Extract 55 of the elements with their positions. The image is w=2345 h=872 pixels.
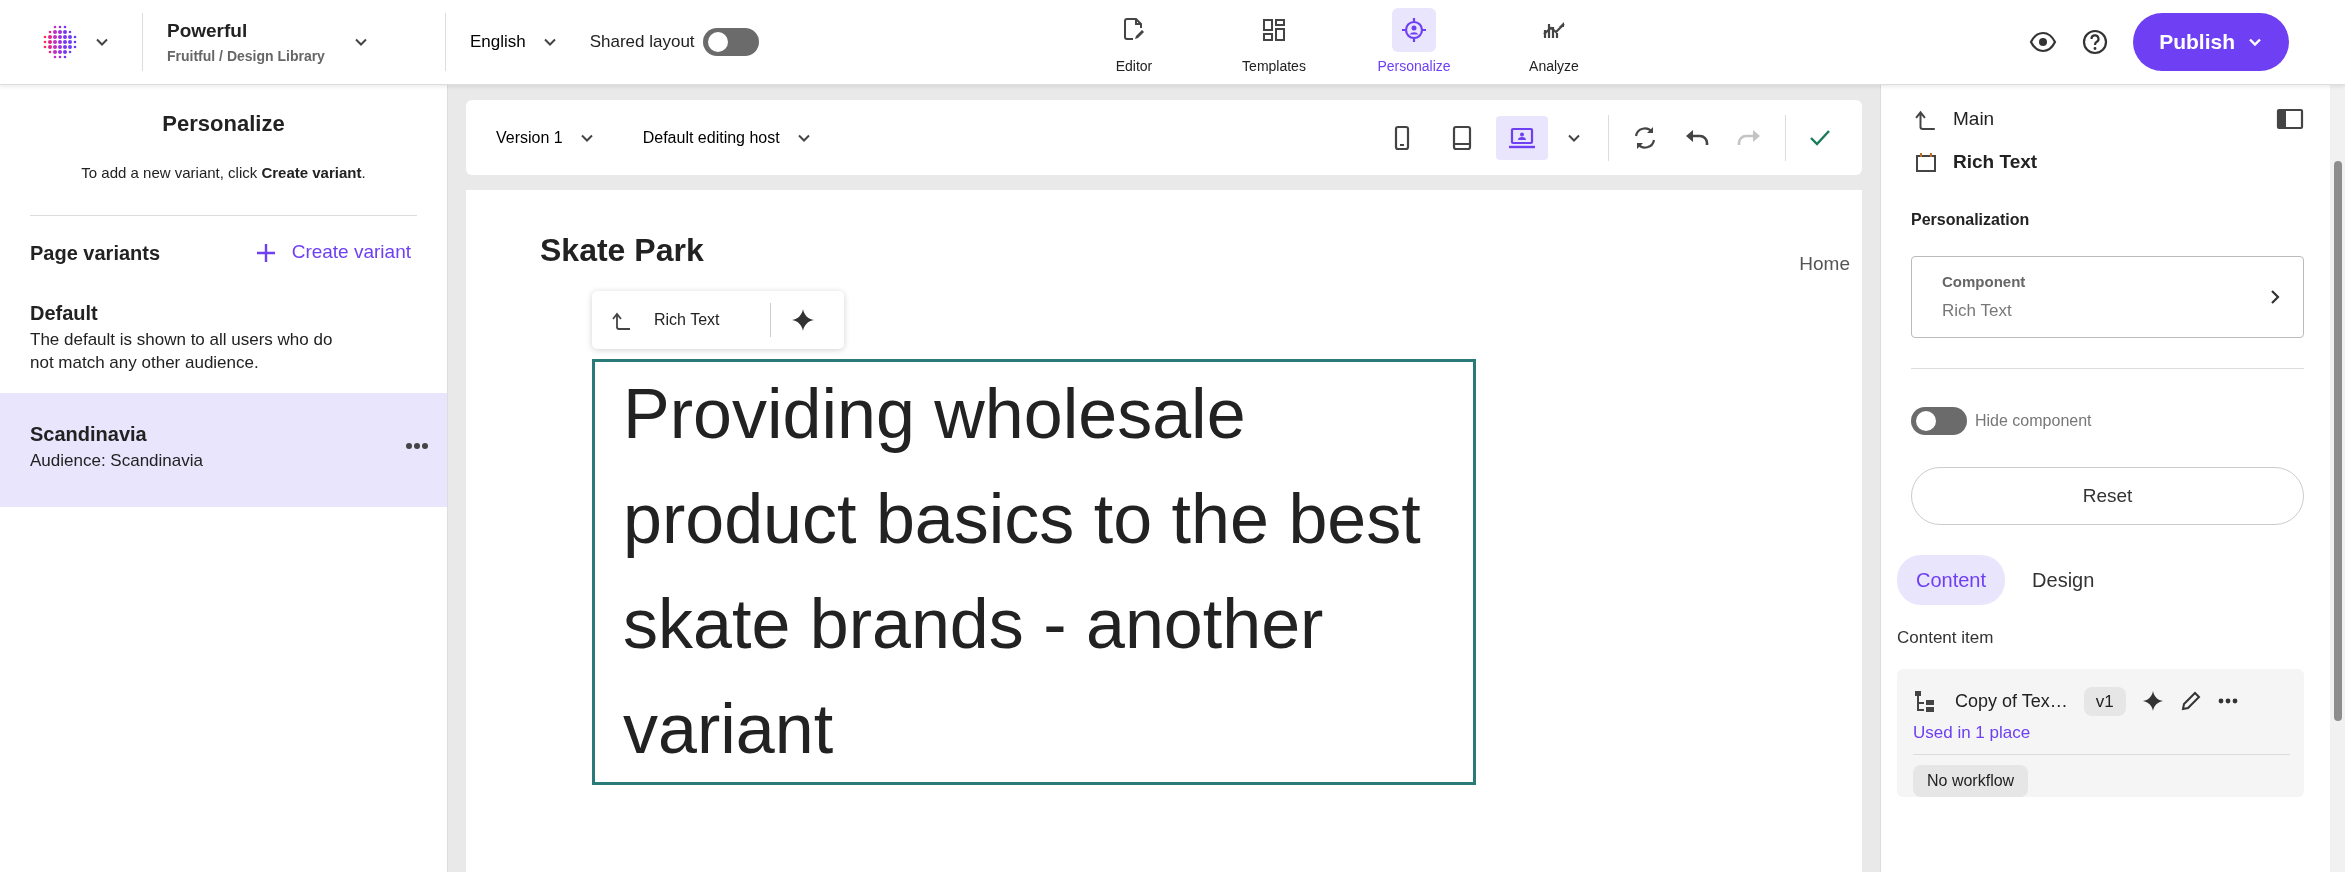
workflow-tag: No workflow <box>1913 765 2029 797</box>
personalize-icon <box>1400 15 1428 44</box>
rich-text-heading[interactable]: Providing wholesale product basics to the best skate brands - another variant <box>592 358 1476 785</box>
panel-tab[interactable]: Design <box>2013 555 2114 605</box>
editing-host-dropdown[interactable]: Default editing host <box>642 125 812 150</box>
variant-description: The default is shown to all users who do not match any other audience. <box>30 328 334 375</box>
more-icon[interactable] <box>2217 698 2238 705</box>
variant-item[interactable]: Scandinavia Audience: Scandinavia <box>0 393 447 507</box>
field-label: Component <box>1942 272 2026 292</box>
templates-tab[interactable]: Templates <box>1204 1 1344 83</box>
plus-icon <box>255 242 276 263</box>
component-icon <box>1915 150 1937 173</box>
create-variant-button[interactable]: Create variant <box>255 238 411 267</box>
item-name[interactable]: Copy of Tex… <box>1955 687 2068 715</box>
site-title: Skate Park <box>540 231 704 270</box>
panel-toggle-icon[interactable] <box>2276 107 2304 132</box>
parent-arrow-icon[interactable] <box>1915 108 1937 131</box>
section-title: Page variants <box>30 240 161 266</box>
site-path: Fruitful / Design Library <box>167 46 325 66</box>
more-icon[interactable] <box>405 442 429 450</box>
panel-tab[interactable]: Content <box>1897 555 2006 605</box>
analyze-tab[interactable]: Analyze <box>1484 1 1624 83</box>
laptop-view-button[interactable] <box>1496 115 1548 160</box>
panel-title: Personalize <box>161 110 286 138</box>
variant-name: Scandinavia <box>30 422 148 448</box>
publish-button[interactable]: Publish <box>2133 13 2289 71</box>
version-dropdown[interactable]: Version 1 <box>496 125 595 150</box>
component-name: Rich Text <box>654 309 721 330</box>
usage-link[interactable]: Used in 1 place <box>1913 720 2031 746</box>
field-value: Rich Text <box>1942 299 2013 322</box>
variant-name: Default <box>30 300 99 326</box>
editor-tab[interactable]: Editor <box>1064 1 1204 83</box>
pencil-icon[interactable] <box>2179 690 2202 713</box>
shared-layout-toggle[interactable] <box>702 28 759 56</box>
parent-link[interactable]: Main <box>1953 105 1995 134</box>
hide-component-toggle[interactable] <box>1911 407 1967 435</box>
reset-button[interactable]: Reset <box>1911 467 2304 525</box>
language-dropdown[interactable]: English <box>469 29 558 55</box>
section-title: Personalization <box>1911 210 2031 230</box>
version-tag: v1 <box>2083 686 2126 716</box>
component-title: Rich Text <box>1953 149 2038 174</box>
variant-description: Audience: Scandinavia <box>30 450 203 473</box>
scrollbar[interactable] <box>2330 85 2345 872</box>
hint-text: To add a new variant, click Create variant. <box>80 163 367 183</box>
variant-item[interactable]: Default The default is shown to all users who do not match any other audience. <box>0 279 447 394</box>
shared-layout-label: Shared layout <box>589 31 695 54</box>
site-name[interactable]: Powerful <box>167 17 325 46</box>
toggle-label: Hide component <box>1975 411 2092 431</box>
help-icon[interactable] <box>2081 28 2110 56</box>
personalize-tab[interactable]: Personalize <box>1344 1 1484 83</box>
section-label: Content item <box>1897 627 1995 649</box>
nav-link[interactable]: Home <box>1799 250 1850 279</box>
sparkle-icon[interactable] <box>2141 690 2164 713</box>
logo-icon[interactable] <box>42 24 78 60</box>
component-selector[interactable]: Component Rich Text <box>1911 256 2304 338</box>
